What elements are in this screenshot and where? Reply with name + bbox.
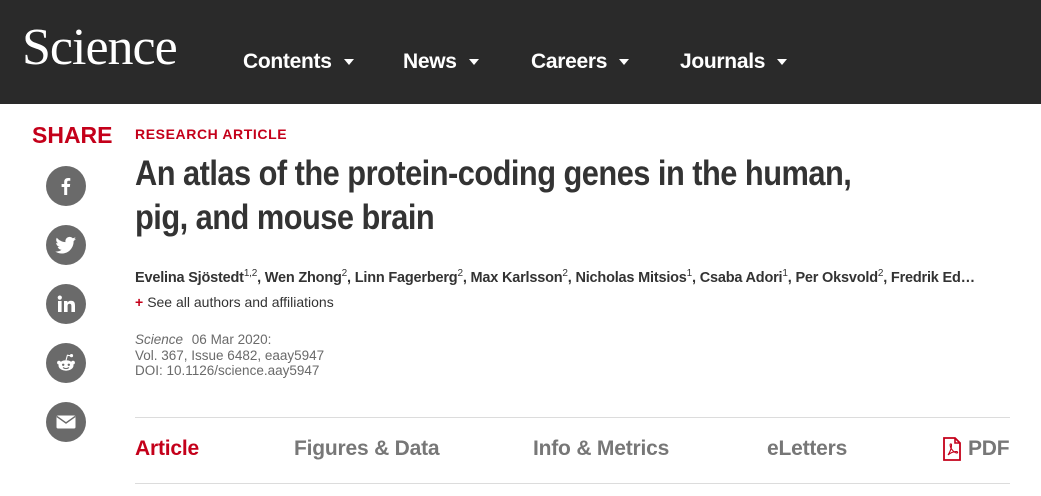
nav-careers-label: Careers (531, 50, 608, 73)
share-email-button[interactable] (46, 402, 86, 442)
author-affiliation: 1 (782, 268, 788, 279)
chevron-down-icon (619, 59, 630, 65)
citation-block: Science 06 Mar 2020: Vol. 367, Issue 648… (135, 332, 324, 379)
email-icon (56, 415, 76, 429)
site-header: Science Contents News Careers Journals (0, 0, 1041, 104)
share-facebook-button[interactable] (46, 166, 86, 206)
author-affiliation: 1,2 (243, 268, 258, 279)
share-reddit-button[interactable] (46, 343, 86, 383)
nav-journals-label: Journals (680, 50, 766, 73)
nav-news-label: News (403, 50, 457, 73)
doi[interactable]: DOI: 10.1126/science.aay5947 (135, 363, 324, 379)
author-affiliation: 2 (341, 268, 348, 279)
plus-icon: + (135, 294, 144, 310)
author-name[interactable]: Nicholas Mitsios (575, 270, 686, 286)
tab-pdf-label: PDF (968, 437, 1010, 460)
nav-contents[interactable]: Contents (243, 48, 354, 76)
facebook-icon (61, 178, 71, 195)
publication-date: 06 Mar 2020: (191, 332, 272, 347)
author-name[interactable]: Wen Zhong (265, 270, 342, 286)
nav-news[interactable]: News (403, 48, 479, 76)
author-name[interactable]: Max Karlsson (471, 270, 563, 286)
tab-figures-data[interactable]: Figures & Data (294, 437, 440, 461)
nav-journals[interactable]: Journals (680, 48, 788, 76)
tabs-bottom-divider (135, 483, 1010, 484)
author-name[interactable]: Linn Fagerberg (355, 270, 458, 286)
share-twitter-button[interactable] (46, 225, 86, 265)
reddit-icon (57, 354, 75, 371)
author-affiliation: 1 (686, 268, 693, 279)
linkedin-icon (57, 295, 75, 312)
pdf-icon (943, 437, 961, 461)
author-name[interactable]: Csaba Adori (700, 270, 783, 286)
tab-info-metrics[interactable]: Info & Metrics (533, 437, 669, 461)
chevron-down-icon (468, 59, 479, 65)
see-all-authors-label: See all authors and affiliations (147, 294, 334, 310)
tab-article[interactable]: Article (135, 437, 199, 461)
author-name[interactable]: Fredrik Ed… (891, 270, 975, 286)
nav-careers[interactable]: Careers (531, 48, 630, 76)
article-type-label: RESEARCH ARTICLE (135, 126, 288, 142)
share-heading: SHARE (32, 122, 113, 148)
tabs-top-divider (135, 417, 1010, 418)
journal-name: Science (135, 332, 184, 347)
see-all-authors-link[interactable]: + See all authors and affiliations (135, 294, 334, 310)
tab-pdf[interactable]: PDF (942, 437, 1010, 461)
twitter-icon (55, 236, 76, 254)
volume-issue: Vol. 367, Issue 6482, eaay5947 (135, 347, 325, 363)
science-logo[interactable]: Science (22, 18, 178, 78)
article-title: An atlas of the protein-coding genes in … (135, 154, 852, 237)
chevron-down-icon (777, 59, 788, 65)
author-list: Evelina Sjöstedt1,2, Wen Zhong2, Linn Fa… (135, 268, 975, 286)
nav-contents-label: Contents (243, 50, 332, 73)
share-linkedin-button[interactable] (46, 284, 86, 324)
author-name[interactable]: Per Oksvold (795, 270, 878, 286)
author-affiliation: 2 (562, 268, 568, 279)
tab-eletters[interactable]: eLetters (767, 437, 847, 461)
author-name[interactable]: Evelina Sjöstedt (135, 270, 244, 286)
author-affiliation: 2 (877, 268, 884, 279)
chevron-down-icon (343, 59, 354, 65)
author-affiliation: 2 (457, 268, 463, 279)
citation-line: Science 06 Mar 2020: (135, 332, 324, 348)
